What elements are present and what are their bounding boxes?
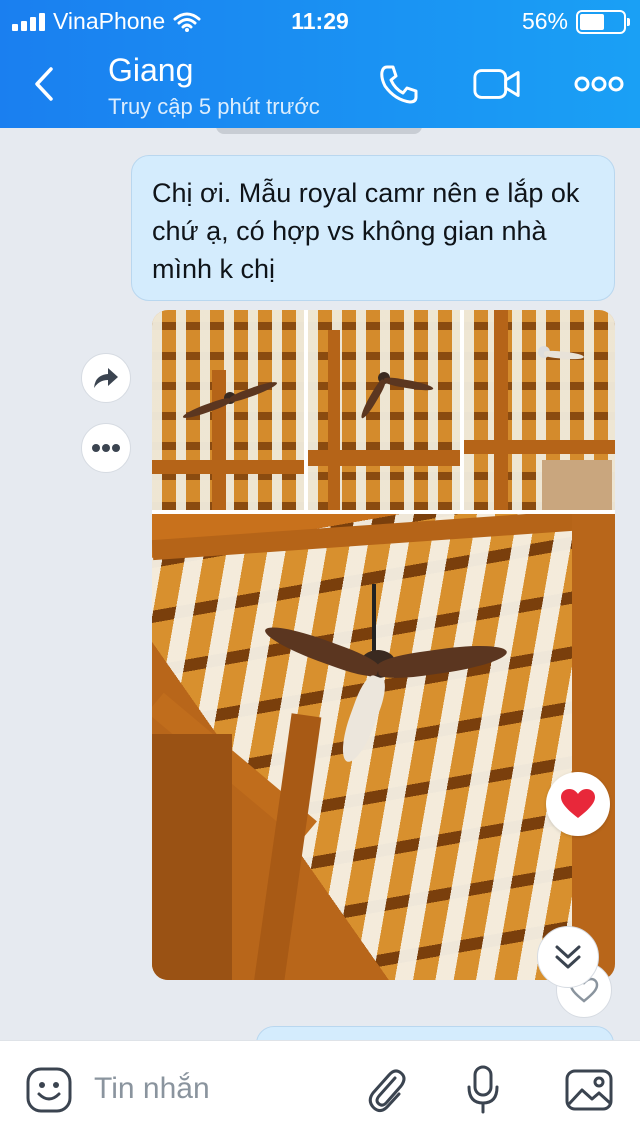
fan-blade <box>358 378 388 421</box>
reaction-badge[interactable] <box>546 772 610 836</box>
battery-percent: 56% <box>521 8 568 34</box>
fan-blade <box>228 379 279 404</box>
wooden-beam <box>152 460 304 474</box>
microphone-icon <box>467 1065 499 1114</box>
back-button[interactable] <box>24 60 64 108</box>
contact-name[interactable]: Giang <box>108 52 193 89</box>
wooden-post <box>252 713 322 980</box>
more-button[interactable] <box>574 62 624 106</box>
wooden-post <box>328 330 340 510</box>
message-input[interactable] <box>86 1053 342 1125</box>
photo-thumbnail[interactable] <box>152 310 304 510</box>
sticker-icon <box>26 1067 72 1113</box>
more-icon <box>574 76 624 92</box>
wooden-post <box>212 370 226 510</box>
phone-icon <box>380 65 418 104</box>
attach-icon <box>368 1069 406 1113</box>
photo-large[interactable] <box>152 514 615 980</box>
fan-blade <box>543 350 585 361</box>
sticker-button[interactable] <box>22 1063 76 1117</box>
fan-rod <box>372 584 376 654</box>
heart-icon <box>561 789 595 818</box>
image-icon <box>565 1069 613 1111</box>
fan-blade <box>335 672 391 767</box>
attach-button[interactable] <box>360 1063 414 1117</box>
status-right: 56% <box>521 8 630 35</box>
more-options-icon <box>92 444 120 452</box>
status-bar: VinaPhone 11:29 56% <box>0 0 640 40</box>
wooden-post <box>494 310 508 510</box>
chevron-double-down-icon <box>555 945 581 969</box>
message-bubble-partial[interactable] <box>256 1026 614 1040</box>
message-bubble[interactable]: Chị ơi. Mẫu royal camr nên e lắp ok chứ … <box>131 155 615 301</box>
call-button[interactable] <box>374 62 424 106</box>
battery-fill <box>580 13 604 30</box>
back-chevron-icon <box>35 67 53 101</box>
share-arrow-icon <box>94 368 118 388</box>
fan-blade <box>261 619 382 682</box>
more-options-button[interactable] <box>81 423 131 473</box>
share-button[interactable] <box>81 353 131 403</box>
input-bar <box>0 1040 640 1136</box>
video-camera-icon <box>473 69 520 99</box>
photo-thumbnail[interactable] <box>464 310 615 510</box>
voice-button[interactable] <box>456 1063 510 1117</box>
wooden-wall <box>152 734 232 980</box>
wooden-beam <box>152 514 615 561</box>
scroll-down-button[interactable] <box>537 926 599 988</box>
chat-area[interactable]: Chị ơi. Mẫu royal camr nên e lắp ok chứ … <box>0 128 640 1040</box>
photo-thumbnail[interactable] <box>308 310 460 510</box>
fan-blade <box>383 376 434 393</box>
window-view <box>542 460 612 510</box>
gallery-button[interactable] <box>562 1063 616 1117</box>
video-call-button[interactable] <box>472 62 522 106</box>
date-pill <box>216 128 422 134</box>
wooden-beam <box>464 440 615 454</box>
photo-grid[interactable] <box>152 310 615 980</box>
chat-header: VinaPhone 11:29 56% Giang Truy cập 5 phú… <box>0 0 640 128</box>
contact-status: Truy cập 5 phút trước <box>108 94 320 119</box>
battery-icon <box>576 9 630 34</box>
fan-blade <box>376 640 509 682</box>
wooden-wall <box>572 514 615 980</box>
